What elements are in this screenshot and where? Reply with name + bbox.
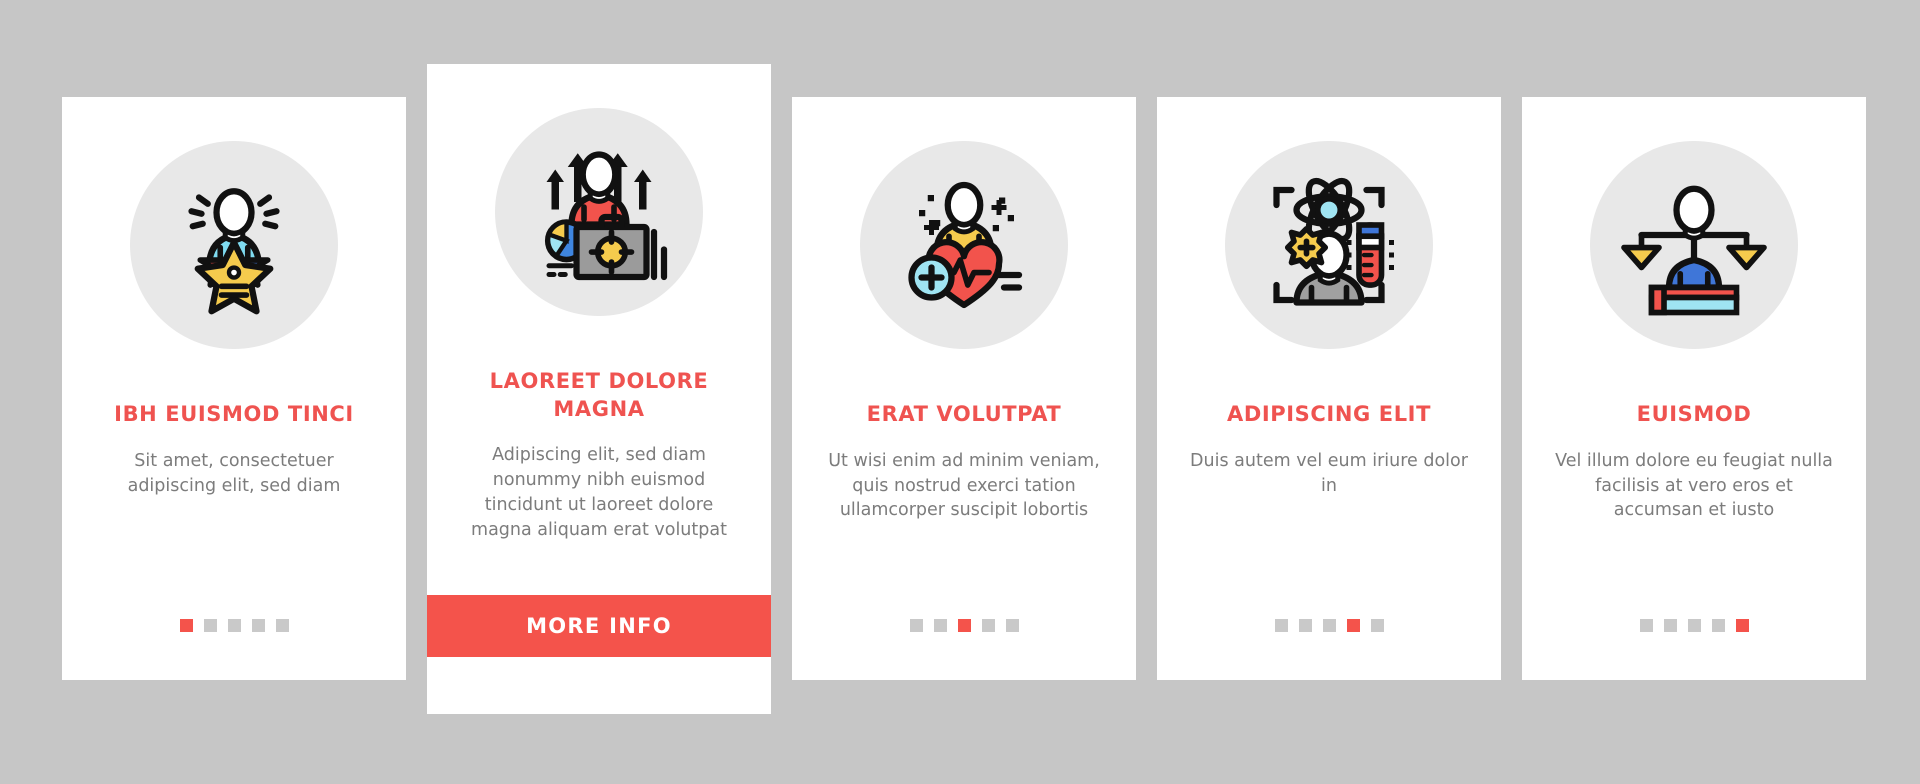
pagination-dot[interactable] [275,619,289,632]
pagination-dots[interactable] [1274,619,1384,632]
pagination-dot[interactable] [957,619,971,632]
card-title: LAOREET DOLORE MAGNA [489,369,709,421]
pagination-dot[interactable] [1005,619,1019,632]
card-description: Ut wisi enim ad minim veniam, quis nostr… [828,450,1100,521]
card-description: Adipiscing elit, sed diam nonummy nibh e… [471,445,727,540]
card-description: Sit amet, consectetuer adipiscing elit, … [127,450,341,496]
pagination-dot[interactable] [1735,619,1749,632]
pagination-dot[interactable] [1346,619,1360,632]
person-with-heart-health-icon [860,141,1068,349]
card-description: Vel illum dolore eu feugiat nulla facili… [1555,450,1833,521]
card-title: EUISMOD [1636,402,1752,426]
pagination-dot[interactable] [1687,619,1701,632]
onboarding-card-5[interactable]: EUISMOD Vel illum dolore eu feugiat null… [1522,97,1866,680]
pagination-dot[interactable] [1370,619,1384,632]
pagination-dot[interactable] [1322,619,1336,632]
person-with-atom-science-icon [1225,141,1433,349]
pagination-dot[interactable] [251,619,265,632]
onboarding-screens-stage: IBH EUISMOD TINCI Sit amet, consectetuer… [0,0,1920,784]
pagination-dot[interactable] [179,619,193,632]
person-with-scales-justice-icon [1590,141,1798,349]
more-info-button[interactable]: MORE INFO [427,595,771,657]
person-with-briefcase-growth-icon [495,108,703,316]
card-description: Duis autem vel eum iriure dolor in [1190,450,1468,496]
pagination-dots[interactable] [1639,619,1749,632]
pagination-dot[interactable] [1298,619,1312,632]
pagination-dot[interactable] [1274,619,1288,632]
pagination-dot[interactable] [933,619,947,632]
pagination-dots[interactable] [179,619,289,632]
pagination-dot[interactable] [203,619,217,632]
pagination-dot[interactable] [1639,619,1653,632]
onboarding-card-4[interactable]: ADIPISCING ELIT Duis autem vel eum iriur… [1157,97,1501,680]
onboarding-card-2-featured[interactable]: LAOREET DOLORE MAGNA Adipiscing elit, se… [427,64,771,714]
card-title: IBH EUISMOD TINCI [114,402,354,426]
pagination-dot[interactable] [1711,619,1725,632]
person-with-stars-award-icon [130,141,338,349]
pagination-dot[interactable] [1663,619,1677,632]
onboarding-card-3[interactable]: ERAT VOLUTPAT Ut wisi enim ad minim veni… [792,97,1136,680]
pagination-dot[interactable] [227,619,241,632]
onboarding-card-1[interactable]: IBH EUISMOD TINCI Sit amet, consectetuer… [62,97,406,680]
card-title: ADIPISCING ELIT [1226,402,1432,426]
pagination-dots[interactable] [909,619,1019,632]
pagination-dot[interactable] [909,619,923,632]
pagination-dot[interactable] [981,619,995,632]
card-title: ERAT VOLUTPAT [866,402,1062,426]
